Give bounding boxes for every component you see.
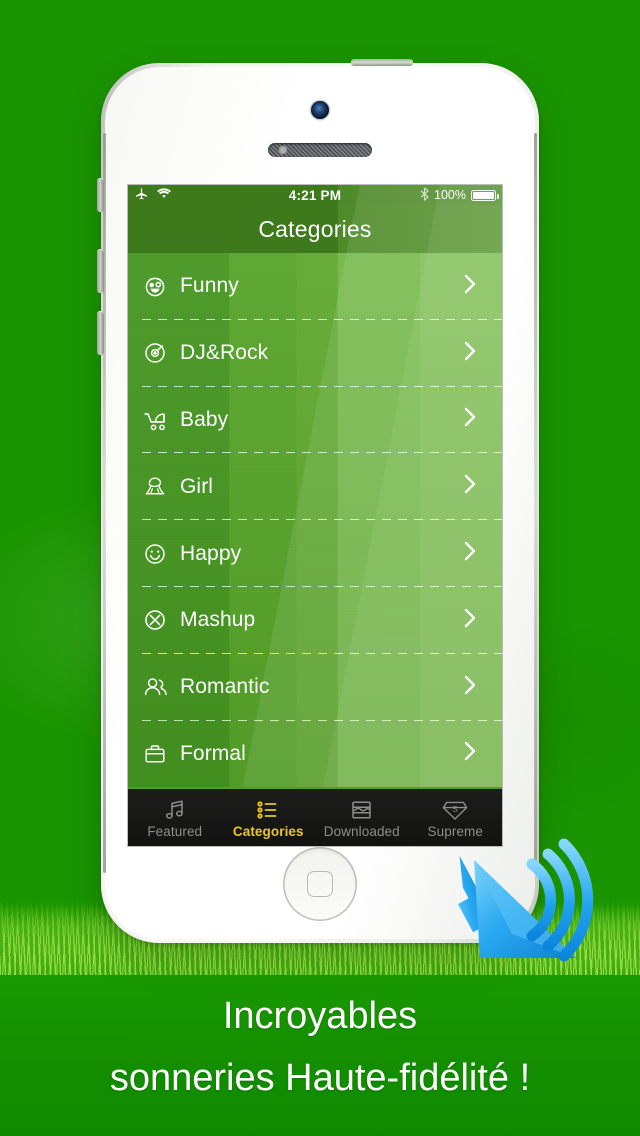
list-item-happy[interactable]: Happy xyxy=(128,520,502,587)
list-item-label: Funny xyxy=(180,274,239,298)
volume-up-button[interactable] xyxy=(97,249,104,293)
funny-face-icon xyxy=(142,273,174,299)
chevron-right-icon xyxy=(464,407,476,432)
caption-line-1: Incroyables xyxy=(222,995,418,1037)
promo-caption: Incroyables sonneries Haute-fidélité ! xyxy=(0,985,640,1109)
front-camera-icon xyxy=(311,101,329,119)
chevron-right-icon xyxy=(464,474,476,499)
chevron-right-icon xyxy=(464,675,476,700)
list-item-formal[interactable]: Formal xyxy=(128,721,502,787)
volume-down-button[interactable] xyxy=(97,311,104,355)
list-item-baby[interactable]: Baby xyxy=(128,387,502,454)
chevron-right-icon xyxy=(464,741,476,766)
chevron-right-icon xyxy=(464,341,476,366)
vinyl-record-icon xyxy=(142,340,174,366)
chevron-right-icon xyxy=(464,608,476,633)
list-item-djrock[interactable]: DJ&Rock xyxy=(128,320,502,387)
caption-line-2: sonneries Haute-fidélité ! xyxy=(109,1057,531,1099)
list-item-label: Baby xyxy=(180,407,229,431)
tab-label: Downloaded xyxy=(323,824,400,839)
baby-stroller-icon xyxy=(142,407,174,433)
list-item-label: DJ&Rock xyxy=(180,341,269,365)
svg-text:S: S xyxy=(452,804,458,814)
status-bar: 4:21 PM 100% xyxy=(128,185,502,205)
girl-head-icon xyxy=(142,474,174,500)
bluetooth-icon xyxy=(420,186,429,204)
list-item-funny[interactable]: Funny xyxy=(128,253,502,320)
chevron-right-icon xyxy=(464,541,476,566)
tab-label: Categories xyxy=(232,824,304,839)
power-button[interactable] xyxy=(351,59,413,66)
speaker-sound-waves-icon xyxy=(452,836,612,986)
list-item-label: Girl xyxy=(180,474,214,498)
home-button-square-icon xyxy=(307,871,333,897)
list-item-romantic[interactable]: Romantic xyxy=(128,654,502,721)
list-item-label: Happy xyxy=(180,541,242,565)
page-title: Categories xyxy=(258,215,372,242)
status-bar-right: 100% xyxy=(420,186,499,204)
list-item-label: Formal xyxy=(180,741,246,765)
proximity-sensor xyxy=(279,146,287,154)
mute-switch-button[interactable] xyxy=(97,178,104,212)
inbox-tray-icon xyxy=(349,796,374,822)
tab-categories[interactable]: Categories xyxy=(222,789,316,846)
tab-bar[interactable]: Featured Categories Downloaded S Supreme xyxy=(128,787,502,846)
music-note-icon xyxy=(163,796,187,822)
home-button[interactable] xyxy=(283,847,357,921)
battery-percent-label: 100% xyxy=(434,188,466,202)
navigation-bar: Categories xyxy=(128,205,502,253)
list-item-girl[interactable]: Girl xyxy=(128,453,502,521)
phone-left-rim xyxy=(103,133,106,873)
chevron-right-icon xyxy=(464,274,476,299)
tab-featured[interactable]: Featured xyxy=(128,789,222,846)
list-item-label: Mashup xyxy=(180,608,256,632)
bullet-list-icon xyxy=(255,796,281,822)
diamond-s-icon: S xyxy=(441,796,469,822)
briefcase-icon xyxy=(142,741,174,767)
tab-downloaded[interactable]: Downloaded xyxy=(315,789,409,846)
iphone-device-frame: 4:21 PM 100% Categories Funny DJ&Rock Ba… xyxy=(97,59,539,943)
x-circle-icon xyxy=(142,607,174,633)
phone-screen: 4:21 PM 100% Categories Funny DJ&Rock Ba… xyxy=(128,185,502,846)
couple-icon xyxy=(142,674,174,700)
smiley-face-icon xyxy=(142,541,174,567)
phone-right-rim xyxy=(534,133,537,873)
battery-full-icon xyxy=(471,189,499,201)
list-item-mashup[interactable]: Mashup xyxy=(128,587,502,654)
tab-label: Featured xyxy=(147,824,203,839)
list-item-label: Romantic xyxy=(180,675,270,699)
categories-list[interactable]: Funny DJ&Rock Baby Girl Happy Mashup Rom… xyxy=(128,253,502,787)
